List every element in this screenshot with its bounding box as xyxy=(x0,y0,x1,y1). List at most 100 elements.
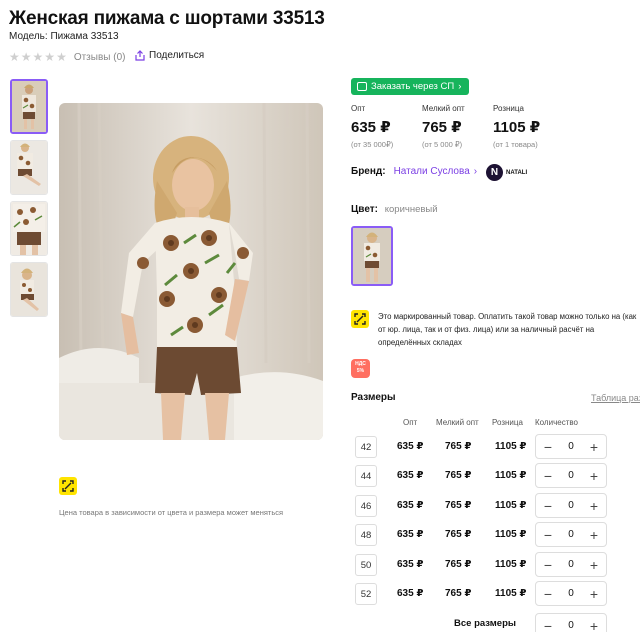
size-option[interactable]: 42 xyxy=(355,436,377,458)
price-opt: 635 ₽ xyxy=(397,529,424,540)
quantity-stepper: − 0 + xyxy=(535,613,607,632)
price-tier-value: 765 ₽ xyxy=(422,119,462,136)
brand-link[interactable]: Натали Суслова xyxy=(394,166,470,177)
plus-icon[interactable]: + xyxy=(588,587,600,601)
quantity-value[interactable]: 0 xyxy=(568,559,574,570)
brand-logo-badge: N xyxy=(486,164,503,181)
quantity-value[interactable]: 0 xyxy=(568,470,574,481)
price-tier-retail: Розница 1105 ₽ (от 1 товара) xyxy=(493,104,564,149)
quantity-value[interactable]: 0 xyxy=(568,529,574,540)
reviews-link[interactable]: Отзывы (0) xyxy=(74,52,126,63)
datamatrix-mark-icon xyxy=(59,477,77,500)
header-opt: Опт xyxy=(403,418,418,427)
cart-icon xyxy=(357,82,367,91)
brand-row: Бренд: Натали Суслова › xyxy=(351,166,477,177)
star-icon: ★ xyxy=(44,50,56,64)
quantity-value[interactable]: 0 xyxy=(568,500,574,511)
price-retail: 1105 ₽ xyxy=(495,500,527,511)
quantity-stepper: − 0 + xyxy=(535,552,607,577)
model-value: Пижама 33513 xyxy=(50,31,119,42)
share-label: Поделиться xyxy=(149,50,205,61)
quantity-value[interactable]: 0 xyxy=(568,441,574,452)
size-table-link[interactable]: Таблица разм xyxy=(591,393,640,403)
price-small-opt: 765 ₽ xyxy=(445,559,472,570)
price-opt: 635 ₽ xyxy=(397,500,424,511)
size-row: 44 635 ₽ 765 ₽ 1105 ₽ − 0 + xyxy=(355,463,640,488)
color-value: коричневый xyxy=(384,204,438,215)
price-tier-condition: (от 5 000 ₽) xyxy=(422,140,463,149)
marked-goods-notice: Это маркированный товар. Оплатить такой … xyxy=(378,312,637,347)
minus-icon[interactable]: − xyxy=(542,587,554,601)
all-sizes-row: − 0 + xyxy=(355,613,640,632)
size-option[interactable]: 44 xyxy=(355,465,377,487)
quantity-value[interactable]: 0 xyxy=(568,620,574,631)
vat-badge-icon: НДС 5% xyxy=(351,359,370,378)
main-product-photo[interactable] xyxy=(59,103,323,440)
star-icon: ★ xyxy=(32,50,44,64)
price-tier-label: Опт xyxy=(351,104,366,113)
price-note: Цена товара в зависимости от цвета и раз… xyxy=(59,508,284,517)
size-row: 52 635 ₽ 765 ₽ 1105 ₽ − 0 + xyxy=(355,581,640,606)
header-retail: Розница xyxy=(492,418,523,427)
size-option[interactable]: 52 xyxy=(355,583,377,605)
header-quantity: Количество xyxy=(535,418,578,427)
size-option[interactable]: 48 xyxy=(355,524,377,546)
brand-logo[interactable]: N NATALI xyxy=(486,164,527,181)
plus-icon[interactable]: + xyxy=(588,528,600,542)
vat-line2: 5% xyxy=(356,368,365,374)
price-tier-label: Мелкий опт xyxy=(422,104,465,113)
size-row: 50 635 ₽ 765 ₽ 1105 ₽ − 0 + xyxy=(355,552,640,577)
star-icon: ★ xyxy=(56,50,67,64)
minus-icon[interactable]: − xyxy=(542,499,554,513)
thumbnail-3[interactable] xyxy=(10,201,48,256)
plus-icon[interactable]: + xyxy=(588,440,600,454)
share-button[interactable]: Поделиться xyxy=(135,50,204,61)
plus-icon[interactable]: + xyxy=(588,469,600,483)
price-retail: 1105 ₽ xyxy=(495,441,527,452)
minus-icon[interactable]: − xyxy=(542,528,554,542)
price-retail: 1105 ₽ xyxy=(495,559,527,570)
thumbnail-4[interactable] xyxy=(10,262,48,317)
price-tier-condition: (от 35 000₽) xyxy=(351,140,394,149)
price-tier-opt: Опт 635 ₽ (от 35 000₽) xyxy=(351,104,422,149)
price-tier-small-opt: Мелкий опт 765 ₽ (от 5 000 ₽) xyxy=(422,104,493,149)
product-model: Модель: Пижама 33513 xyxy=(9,31,119,42)
rating: ★ ★ ★ ★ ★ Отзывы (0) xyxy=(9,51,125,63)
minus-icon[interactable]: − xyxy=(542,440,554,454)
star-icon: ★ xyxy=(20,50,32,64)
color-label: Цвет: xyxy=(351,204,378,215)
minus-icon[interactable]: − xyxy=(542,619,554,632)
datamatrix-mark-icon xyxy=(351,310,369,333)
price-tiers: Опт 635 ₽ (от 35 000₽) Мелкий опт 765 ₽ … xyxy=(351,104,564,149)
color-swatch-brown[interactable] xyxy=(351,226,393,286)
color-row: Цвет: коричневый xyxy=(351,204,438,215)
price-opt: 635 ₽ xyxy=(397,470,424,481)
price-small-opt: 765 ₽ xyxy=(445,441,472,452)
plus-icon[interactable]: + xyxy=(588,619,600,632)
price-tier-value: 1105 ₽ xyxy=(493,119,541,136)
quantity-value[interactable]: 0 xyxy=(568,588,574,599)
minus-icon[interactable]: − xyxy=(542,469,554,483)
price-small-opt: 765 ₽ xyxy=(445,470,472,481)
size-row: 46 635 ₽ 765 ₽ 1105 ₽ − 0 + xyxy=(355,493,640,518)
quantity-stepper: − 0 + xyxy=(535,493,607,518)
size-row: 42 635 ₽ 765 ₽ 1105 ₽ − 0 + xyxy=(355,434,640,459)
share-icon xyxy=(135,50,145,61)
thumbnail-2[interactable] xyxy=(10,140,48,195)
price-retail: 1105 ₽ xyxy=(495,529,527,540)
size-option[interactable]: 46 xyxy=(355,495,377,517)
plus-icon[interactable]: + xyxy=(588,499,600,513)
price-tier-condition: (от 1 товара) xyxy=(493,140,538,149)
price-tier-label: Розница xyxy=(493,104,524,113)
minus-icon[interactable]: − xyxy=(542,558,554,572)
plus-icon[interactable]: + xyxy=(588,558,600,572)
quantity-stepper: − 0 + xyxy=(535,581,607,606)
order-via-sp-button[interactable]: Заказать через СП › xyxy=(351,78,470,95)
size-option[interactable]: 50 xyxy=(355,554,377,576)
price-small-opt: 765 ₽ xyxy=(445,500,472,511)
thumbnail-list xyxy=(10,79,48,317)
brand-label: Бренд: xyxy=(351,166,386,177)
sizes-title: Размеры xyxy=(351,392,396,403)
thumbnail-1[interactable] xyxy=(10,79,48,134)
price-small-opt: 765 ₽ xyxy=(445,588,472,599)
